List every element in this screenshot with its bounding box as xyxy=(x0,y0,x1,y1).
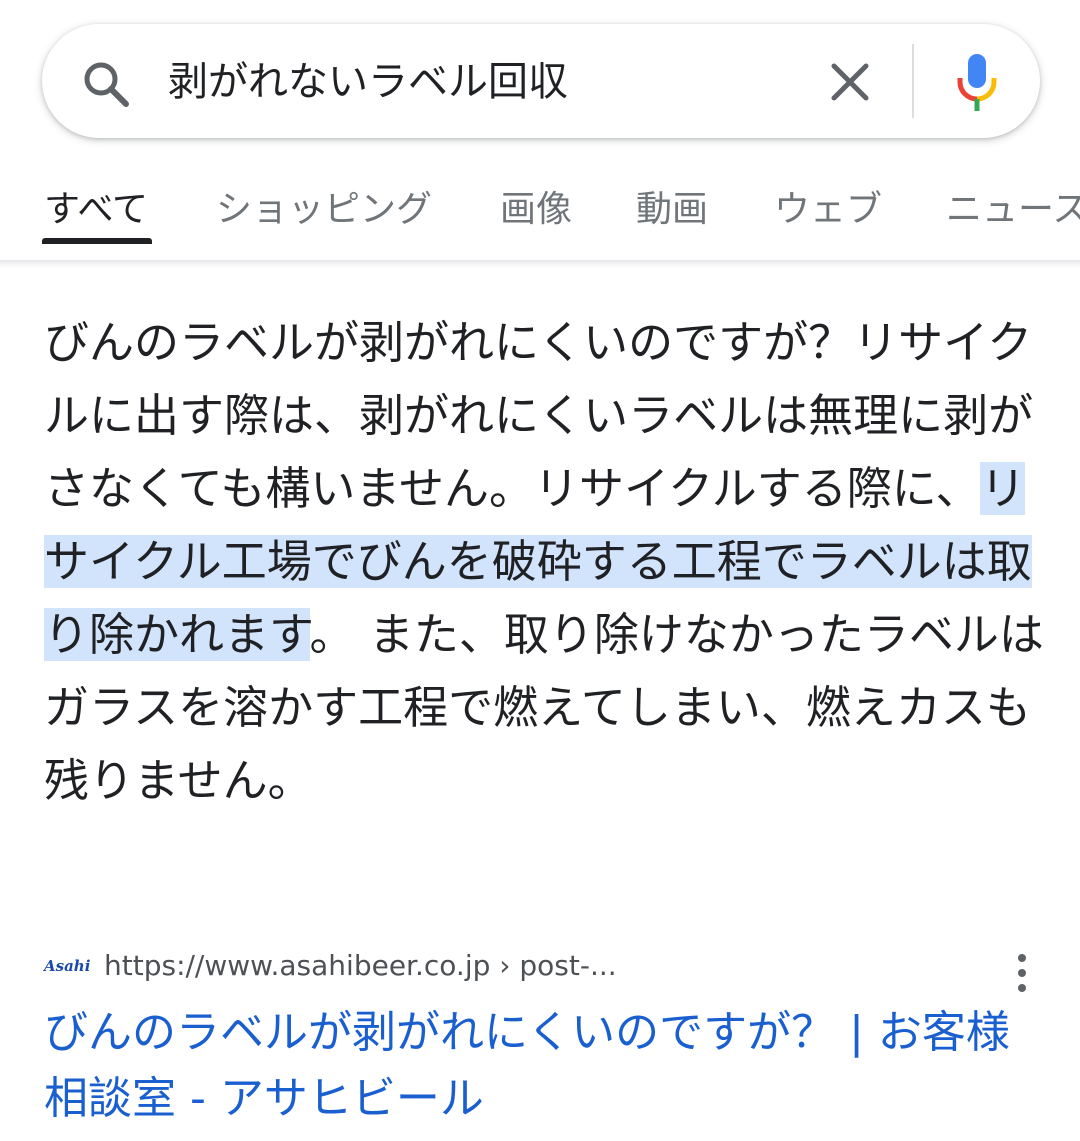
tab-videos[interactable]: 動画 xyxy=(636,186,708,234)
search-icon[interactable] xyxy=(80,58,132,110)
tab-web[interactable]: ウェブ xyxy=(774,186,882,234)
search-input[interactable]: 剥がれないラベル回収 xyxy=(168,54,568,110)
result-source[interactable]: Asahi https://www.asahibeer.co.jp › post… xyxy=(44,944,1044,988)
tab-shopping[interactable]: ショッピング xyxy=(216,186,432,234)
more-vert-icon[interactable] xyxy=(1010,950,1034,996)
tabs-shadow xyxy=(0,262,1080,268)
search-tabs: すべて ショッピング 画像 動画 ウェブ ニュース xyxy=(0,170,1080,250)
featured-snippet-text: びんのラベルが剥がれにくいのですが？リサイクルに出す際は、剥がれにくいラベルは無… xyxy=(44,306,1054,817)
clear-icon[interactable] xyxy=(826,58,874,106)
active-tab-indicator xyxy=(42,238,152,244)
microphone-icon[interactable] xyxy=(952,52,1002,112)
tab-all[interactable]: すべて xyxy=(44,186,148,234)
tab-news[interactable]: ニュース xyxy=(946,186,1080,234)
result-url[interactable]: https://www.asahibeer.co.jp › post-... xyxy=(104,944,617,988)
result-title-link[interactable]: びんのラベルが剥がれにくいのですが？ | お客様相談室 - アサヒビール xyxy=(44,1000,1044,1132)
tab-images[interactable]: 画像 xyxy=(500,186,572,234)
search-divider xyxy=(912,44,914,118)
asahi-logo-icon: Asahi xyxy=(44,957,91,975)
snippet-text-before: びんのラベルが剥がれにくいのですが？リサイクルに出す際は、剥がれにくいラベルは無… xyxy=(44,316,1034,515)
